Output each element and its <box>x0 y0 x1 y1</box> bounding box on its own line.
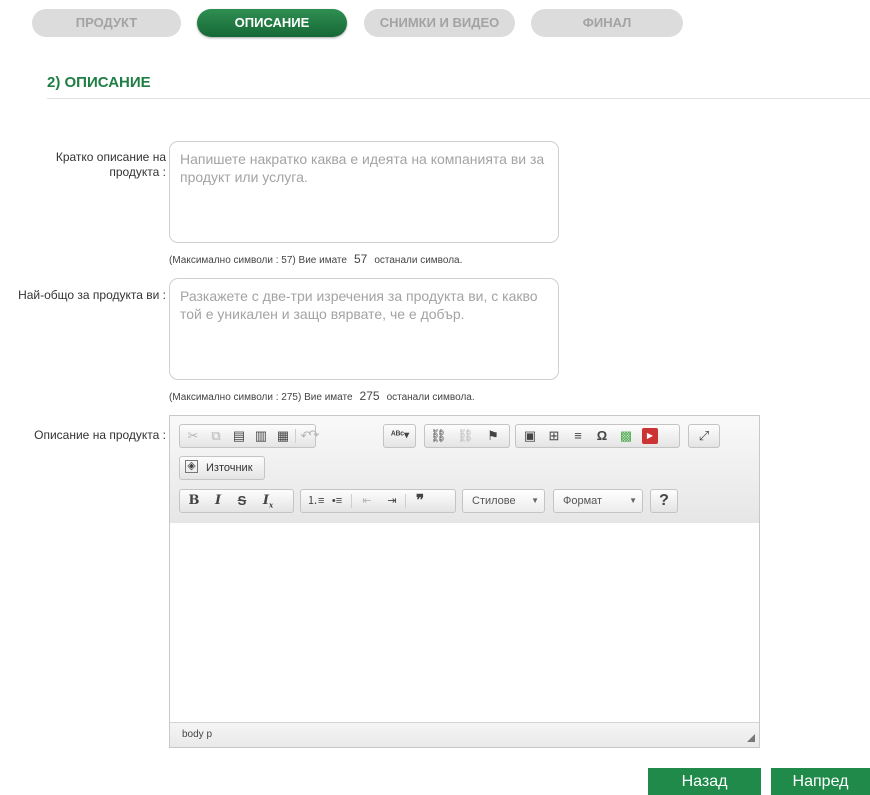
general-description-input[interactable] <box>169 278 559 380</box>
general-description-label: Най-общо за продукта ви : <box>18 288 166 302</box>
table-icon[interactable]: ⊞ <box>546 428 562 444</box>
horizontal-rule-icon[interactable]: ≡ <box>570 428 586 444</box>
help-group: ? <box>650 489 678 513</box>
section-divider <box>47 98 870 99</box>
editor-statusbar: body p <box>170 722 759 747</box>
counter-prefix: (Максимално символи : 57) Вие имате <box>169 255 347 266</box>
short-description-label: Кратко описание на продукта : <box>55 150 166 179</box>
paste-word-icon[interactable]: ▦ <box>275 428 291 444</box>
indent-icon[interactable]: ⇥ <box>384 493 400 509</box>
bulleted-list-icon[interactable]: •≡ <box>329 493 345 509</box>
element-path[interactable]: body p <box>182 729 212 740</box>
toolbar-separator <box>405 494 406 508</box>
format-dropdown[interactable]: Формат ▼ <box>553 489 643 513</box>
source-icon: ◈ <box>185 460 198 473</box>
strikethrough-icon[interactable]: S <box>234 493 250 509</box>
flash-icon[interactable]: ▩ <box>618 428 634 444</box>
maximize-group: ⤢ <box>688 424 720 448</box>
unlink-icon[interactable]: ⛓ <box>457 428 474 444</box>
format-label: Формат <box>563 495 603 507</box>
product-description-label: Описание на продукта : <box>34 428 166 442</box>
chevron-down-icon: ▼ <box>531 496 539 505</box>
back-button[interactable]: Назад <box>648 768 761 795</box>
insert-group: ▣ ⊞ ≡ Ω ▩ ▶ <box>515 424 680 448</box>
cut-icon[interactable]: ✂ <box>185 428 201 444</box>
special-char-icon[interactable]: Ω <box>594 428 610 444</box>
list-group: ⒈≡ •≡ ⇤ ⇥ ❞ <box>300 489 456 513</box>
section-title: 2) ОПИСАНИЕ <box>47 74 151 91</box>
remaining-count: 57 <box>353 252 368 266</box>
basic-styles-group: B I S Ix <box>179 489 294 513</box>
counter-suffix: останали символа. <box>374 255 463 266</box>
bold-icon[interactable]: B <box>186 493 202 509</box>
source-button[interactable]: ◈ Източник <box>179 456 265 480</box>
rich-text-editor: ✂ ⧉ ▤ ▥ ▦ ↶ ↷ ᴬᴮᶜ▾ ⛓ ⛓ ⚑ ▣ ⊞ ≡ Ω ▩ ▶ ⤢ ◈… <box>169 415 760 748</box>
copy-icon[interactable]: ⧉ <box>208 428 224 444</box>
editor-toolbar: ✂ ⧉ ▤ ▥ ▦ ↶ ↷ ᴬᴮᶜ▾ ⛓ ⛓ ⚑ ▣ ⊞ ≡ Ω ▩ ▶ ⤢ ◈… <box>170 416 759 524</box>
counter-suffix: останали символа. <box>386 392 475 403</box>
chevron-down-icon: ▼ <box>629 496 637 505</box>
paste-text-icon[interactable]: ▥ <box>253 428 269 444</box>
paste-icon[interactable]: ▤ <box>231 428 247 444</box>
link-group: ⛓ ⛓ ⚑ <box>424 424 510 448</box>
short-description-input[interactable] <box>169 141 559 243</box>
help-icon[interactable]: ? <box>656 493 672 509</box>
maximize-icon[interactable]: ⤢ <box>696 428 712 444</box>
resize-handle-icon[interactable] <box>747 734 755 742</box>
source-label: Източник <box>206 462 253 474</box>
step-navigation: ПРОДУКТ ОПИСАНИЕ СНИМКИ И ВИДЕО ФИНАЛ <box>0 9 870 39</box>
editor-content-area[interactable] <box>170 523 759 724</box>
step-final[interactable]: ФИНАЛ <box>531 9 683 37</box>
remaining-count: 275 <box>359 389 380 403</box>
toolbar-separator <box>295 429 296 443</box>
styles-label: Стилове <box>472 495 516 507</box>
outdent-icon[interactable]: ⇤ <box>359 493 375 509</box>
italic-icon[interactable]: I <box>210 493 226 509</box>
step-product[interactable]: ПРОДУКТ <box>32 9 181 37</box>
toolbar-separator <box>351 494 352 508</box>
spellcheck-icon[interactable]: ᴬᴮᶜ▾ <box>387 428 413 444</box>
general-description-counter: (Максимално символи : 275) Вие имате 275 о… <box>169 389 475 403</box>
anchor-icon[interactable]: ⚑ <box>485 428 501 444</box>
next-button[interactable]: Напред <box>771 768 870 795</box>
clipboard-group: ✂ ⧉ ▤ ▥ ▦ ↶ <box>179 424 316 448</box>
spellcheck-group: ᴬᴮᶜ▾ <box>383 424 416 448</box>
counter-prefix: (Максимално символи : 275) Вие имате <box>169 392 353 403</box>
step-description[interactable]: ОПИСАНИЕ <box>197 9 347 37</box>
step-photos-video[interactable]: СНИМКИ И ВИДЕО <box>364 9 515 37</box>
youtube-icon[interactable]: ▶ <box>642 428 658 444</box>
image-icon[interactable]: ▣ <box>522 428 538 444</box>
link-icon[interactable]: ⛓ <box>430 428 447 444</box>
redo-icon[interactable]: ↷ <box>306 427 322 443</box>
styles-dropdown[interactable]: Стилове ▼ <box>462 489 545 513</box>
short-description-counter: (Максимално символи : 57) Вие имате 57 ост… <box>169 252 462 266</box>
numbered-list-icon[interactable]: ⒈≡ <box>307 493 324 509</box>
remove-format-icon[interactable]: Ix <box>260 493 276 510</box>
blockquote-icon[interactable]: ❞ <box>412 493 428 509</box>
